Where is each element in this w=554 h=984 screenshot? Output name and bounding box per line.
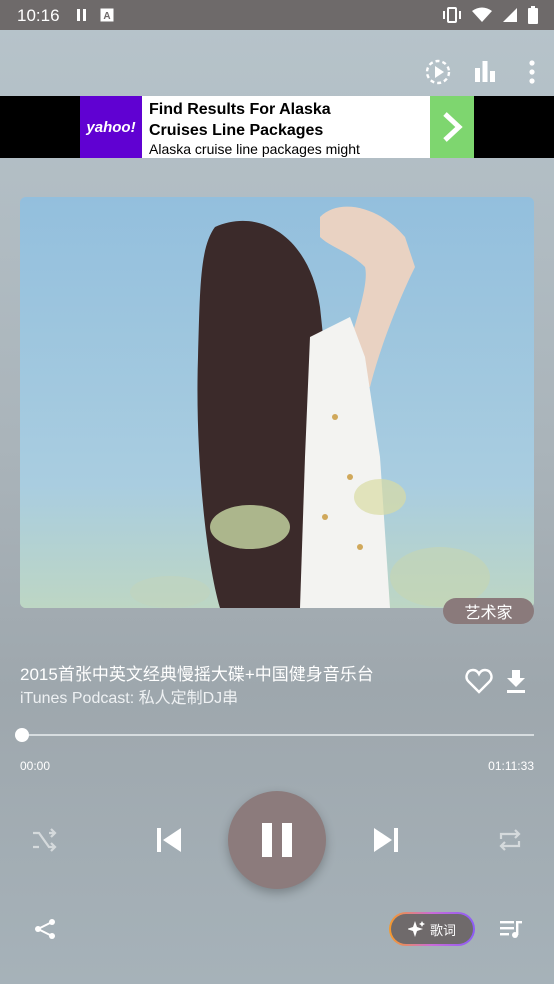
- ad-logo: yahoo!: [80, 96, 142, 158]
- playlist-icon: [500, 921, 522, 938]
- lyrics-label: 歌词: [429, 922, 456, 938]
- progress-handle[interactable]: [15, 728, 29, 742]
- favorite-button[interactable]: [463, 665, 495, 697]
- pause-icon: [77, 9, 86, 21]
- ad-banner[interactable]: yahoo! Find Results For Alaska Cruises L…: [0, 96, 554, 158]
- lyrics-button[interactable]: 歌词: [389, 912, 475, 946]
- album-art: [20, 197, 534, 608]
- next-icon: [374, 828, 398, 852]
- sparkle-icon: [407, 921, 425, 937]
- a-notification-icon: A: [100, 8, 114, 22]
- lyrics-button-inner: 歌词: [391, 914, 473, 944]
- equalizer-button[interactable]: [469, 56, 501, 88]
- pause-icon: [262, 823, 292, 857]
- chevron-right-icon: [443, 112, 463, 142]
- previous-button[interactable]: [151, 822, 187, 858]
- progress-bar[interactable]: [22, 734, 534, 736]
- artist-badge[interactable]: 艺术家: [443, 598, 534, 624]
- more-options-button[interactable]: [516, 56, 548, 88]
- next-button[interactable]: [368, 822, 404, 858]
- download-button[interactable]: [502, 667, 530, 695]
- status-bar: 10:16 A: [0, 0, 554, 30]
- shuffle-button[interactable]: [28, 824, 60, 856]
- status-right-icons: [442, 6, 538, 24]
- more-vertical-icon: [529, 60, 535, 84]
- status-left-icons: A: [76, 8, 114, 22]
- shuffle-icon: [33, 828, 57, 852]
- heart-icon: [465, 668, 493, 694]
- timer-play-button[interactable]: [422, 56, 454, 88]
- ad-text: Find Results For Alaska Cruises Line Pac…: [142, 96, 430, 158]
- album-art-image: [20, 197, 534, 608]
- signal-icon: [503, 8, 517, 22]
- share-icon: [35, 919, 55, 939]
- ad-description: Alaska cruise line packages might: [149, 141, 360, 157]
- track-subtitle[interactable]: iTunes Podcast: 私人定制DJ串: [20, 684, 238, 708]
- ad-cta-button[interactable]: [430, 96, 474, 158]
- current-time: 00:00: [20, 759, 51, 773]
- share-button[interactable]: [30, 914, 60, 944]
- timer-play-icon: [425, 59, 451, 85]
- vibrate-icon: [443, 7, 461, 23]
- svg-text:A: A: [103, 11, 110, 22]
- ad-headline: Find Results For Alaska Cruises Line Pac…: [149, 101, 331, 139]
- battery-icon: [528, 6, 538, 24]
- playlist-button[interactable]: [496, 914, 526, 944]
- ad-content[interactable]: yahoo! Find Results For Alaska Cruises L…: [80, 96, 474, 158]
- play-pause-button[interactable]: [228, 791, 326, 889]
- wifi-icon: [472, 7, 492, 22]
- repeat-button[interactable]: [494, 824, 526, 856]
- total-time: 01:11:33: [488, 759, 534, 773]
- repeat-icon: [499, 829, 521, 851]
- previous-icon: [157, 828, 181, 852]
- download-icon: [507, 670, 525, 693]
- equalizer-icon: [475, 61, 495, 82]
- track-title: 2015首张中英文经典慢摇大碟+中国健身音乐台: [20, 665, 374, 684]
- status-time: 10:16: [17, 6, 60, 25]
